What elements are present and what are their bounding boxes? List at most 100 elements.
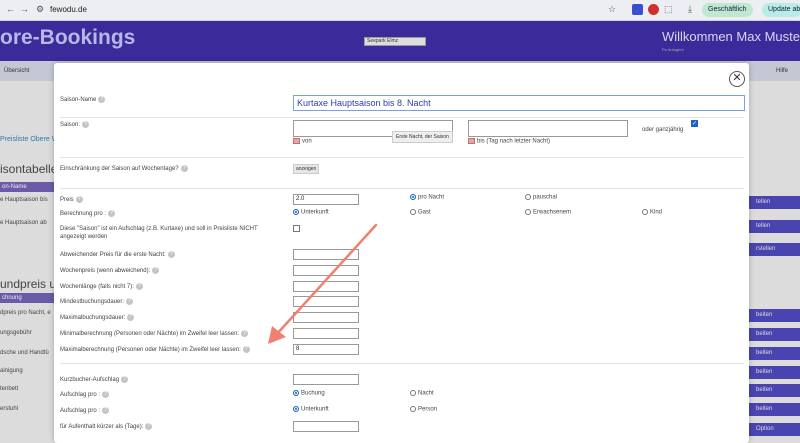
calendar-icon[interactable] [293,138,300,144]
grundpreis-row[interactable]: dpreis pro Nacht, e [0,310,51,316]
help-icon[interactable]: ? [102,391,110,398]
saison-row[interactable]: e Hauptsaison ab [0,220,47,226]
help-icon[interactable]: ? [180,165,188,172]
saison-table-title: isontabelle [0,162,58,176]
saison-name-input[interactable]: Kurtaxe Hauptsaison bis 8. Nacht [293,95,745,111]
help-icon[interactable]: ? [135,283,143,290]
close-button[interactable]: ✕ [729,71,745,87]
update-button[interactable]: Update abschließen [762,3,800,17]
edit-button[interactable]: beiten [748,403,800,416]
help-icon[interactable]: ? [127,314,135,321]
ganzjaehrig-checkbox[interactable] [691,120,698,127]
saison-row[interactable]: e Hauptsaison bis [0,197,48,203]
preis-input[interactable]: 2.0 [293,194,359,205]
edit-button[interactable]: beiten [748,347,800,360]
kurzbucher-label-text: Kurzbucher-Aufschlag [60,377,120,384]
calendar-icon[interactable] [468,138,475,144]
help-icon[interactable]: ? [102,407,110,414]
help-icon[interactable]: ? [121,376,129,383]
saison-to-input[interactable] [468,120,628,137]
grundpreis-row[interactable]: erstuhl [0,406,18,412]
address-bar[interactable]: fewodu.de [50,5,87,14]
radio-dot [293,390,299,396]
help-icon[interactable]: ? [242,346,250,353]
kind-radio[interactable]: Kind [642,209,662,216]
pro-nacht-radio[interactable]: pro Nacht [410,194,444,201]
wochenlaenge-input[interactable] [293,281,359,292]
edit-button[interactable]: beiten [748,309,800,322]
extension-icon-1[interactable] [632,4,643,15]
tooltip: Erste Nacht, der Saison [392,131,453,143]
help-icon[interactable]: ? [75,196,83,203]
nacht-radio[interactable]: Nacht [410,390,434,397]
nav-overview[interactable]: Übersicht [4,68,29,74]
buchung-radio[interactable]: Buchung [293,390,325,397]
aufenthalt-input[interactable] [293,421,359,432]
aufschlag-pro-label-2: Aufschlag pro :? [60,407,110,414]
aufschlag-checkbox[interactable] [293,225,300,232]
radio-dot [410,209,416,215]
option-button[interactable]: Option [748,423,800,436]
saison-name-label-text: Saison-Name [60,97,97,104]
background-left-panel: Preisliste Obere W isontabelle on-Name e… [0,81,58,443]
erwachsenem-radio[interactable]: Erwachsenem [525,209,571,216]
bookmark-star-icon[interactable]: ☆ [608,4,616,15]
buchung-label: Buchung [301,390,325,397]
maximalbuchungsdauer-input[interactable] [293,312,359,323]
pauschal-radio[interactable]: pauschal [525,194,557,201]
aufschlag-note-line1: Diese "Saison" ist ein Aufschlag (z.B. K… [60,226,258,232]
edit-button[interactable]: beiten [748,384,800,397]
edit-button[interactable]: beiten [748,366,800,379]
person-radio[interactable]: Person [410,406,437,413]
help-icon[interactable]: ? [98,96,106,103]
kurzbucher-input[interactable] [293,374,359,385]
help-icon[interactable]: ? [145,423,153,430]
help-icon[interactable]: ? [82,121,90,128]
site-header: ore-Bookings Seepark Elmz Willkommen Max… [0,21,800,61]
help-icon[interactable]: ? [167,251,175,258]
site-settings-icon[interactable]: ⚙ [36,4,44,15]
help-icon[interactable]: ? [108,210,116,217]
profile-button[interactable]: Geschäftlich [702,3,753,17]
edit-button[interactable]: tellen [748,196,800,209]
aufenthalt-label-text: für Aufenthalt kürzer als (Tage): [60,424,144,431]
unterkunft2-radio[interactable]: Unterkunft [293,406,329,413]
back-icon[interactable]: ← [6,4,15,14]
person-label: Person [418,406,438,413]
unterkunft-radio[interactable]: Unterkunft [293,209,329,216]
mindestbuchungsdauer-input[interactable] [293,296,359,307]
nacht-label: Nacht [418,390,434,397]
extension-icon-2[interactable] [648,4,659,15]
edit-button[interactable]: beiten [748,328,800,341]
season-select[interactable]: Seepark Elmz [364,37,426,46]
edit-button[interactable]: tellen [748,220,800,233]
radio-dot [642,209,648,215]
mindestbuchungsdauer-label-text: Mindestbuchungsdauer: [60,299,125,306]
radio-dot [525,209,531,215]
wochenpreis-input[interactable] [293,265,359,276]
radio-dot [525,194,531,200]
pauschal-label: pauschal [533,194,558,201]
minimalberechnung-input[interactable] [293,328,359,339]
grundpreis-row[interactable]: ainigung [0,368,23,374]
erste-nacht-input[interactable] [293,249,359,260]
grundpreis-row[interactable]: tenbett [0,386,18,392]
download-icon[interactable]: ⤓ [688,4,692,15]
grundpreis-row[interactable]: dsche und Handtü [0,350,49,356]
grundpreis-row[interactable]: ungsgebühr [0,330,32,336]
extensions-puzzle-icon[interactable]: ⬚ [664,4,673,15]
gast-radio[interactable]: Gast [410,209,431,216]
help-icon[interactable]: ? [126,298,134,305]
minimalberechnung-label-text: Minimalberechnung (Personen oder Nächte)… [60,331,240,338]
forward-icon[interactable]: → [20,4,29,14]
preisliste-link[interactable]: Preisliste Obere W [0,136,58,143]
aufschlag-pro-label-1-text: Aufschlag pro : [60,392,101,399]
maximalbuchungsdauer-label: Maximalbuchungsdauer:? [60,314,135,321]
help-icon[interactable]: ? [241,330,249,337]
edit-button[interactable]: rstellen [748,243,800,256]
maximalberechnung-input[interactable]: 8 [293,344,359,355]
nav-help[interactable]: Hilfe [776,68,788,74]
wochentage-label-text: Einschränkung der Saison auf Wochentage? [60,166,179,173]
wochentage-show-button[interactable]: anzeigen [293,164,320,174]
help-icon[interactable]: ? [152,267,160,274]
